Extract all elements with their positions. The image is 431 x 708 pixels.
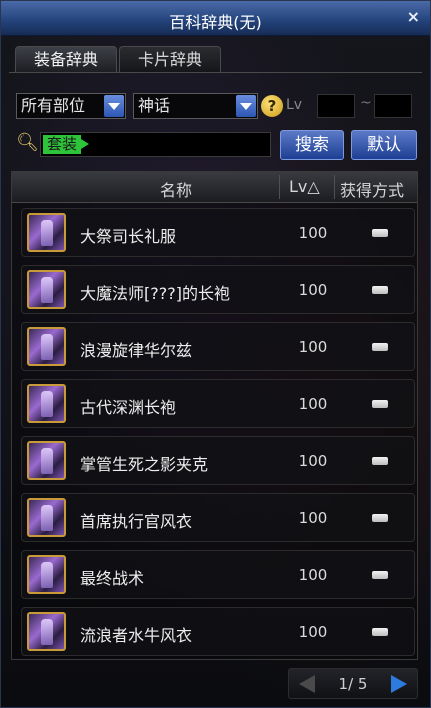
item-name: 大祭司长礼服 <box>80 227 177 246</box>
tab-card-dictionary[interactable]: 卡片辞典 <box>119 46 221 72</box>
chevron-down-icon[interactable] <box>104 95 124 117</box>
next-page-icon[interactable] <box>391 675 407 693</box>
item-level: 100 <box>298 452 328 470</box>
robe-icon <box>27 441 66 480</box>
list-item[interactable]: 首席执行官风衣 100 <box>21 493 415 542</box>
item-level: 100 <box>298 509 328 527</box>
robe-icon <box>27 612 66 651</box>
robe-icon <box>27 555 66 594</box>
default-button[interactable]: 默认 <box>351 130 417 160</box>
item-name: 古代深渊长袍 <box>80 398 177 417</box>
close-icon[interactable]: × <box>407 7 420 26</box>
list-item[interactable]: 最终战术 100 <box>21 550 415 599</box>
item-level: 100 <box>298 338 328 356</box>
item-name: 首席执行官风衣 <box>80 512 193 531</box>
minus-icon <box>372 343 388 351</box>
list-item[interactable]: 大祭司长礼服 100 <box>21 208 415 257</box>
help-icon[interactable]: ? <box>261 95 283 117</box>
robe-icon <box>27 384 66 423</box>
lv-min-input[interactable] <box>317 94 355 118</box>
search-icon: 🔍︎ <box>16 132 39 153</box>
minus-icon <box>372 229 388 237</box>
title-bar[interactable]: 百科辞典(无) × <box>1 1 430 36</box>
minus-icon <box>372 400 388 408</box>
list-item[interactable]: 浪漫旋律华尔兹 100 <box>21 322 415 371</box>
rarity-select-value: 神话 <box>138 96 171 115</box>
lv-separator: ~ <box>360 95 372 111</box>
minus-icon <box>372 514 388 522</box>
pagination: 1/ 5 <box>288 668 418 699</box>
list-item[interactable]: 掌管生死之影夹克 100 <box>21 436 415 485</box>
part-select[interactable]: 所有部位 <box>16 93 126 119</box>
item-level: 100 <box>298 395 328 413</box>
item-name: 大魔法师[???]的长袍 <box>80 284 230 303</box>
header-source[interactable]: 获得方式 <box>340 177 404 201</box>
item-level: 100 <box>298 281 328 299</box>
list-item[interactable]: 古代深渊长袍 100 <box>21 379 415 428</box>
item-list: 名称 Lv△ 获得方式 大祭司长礼服 100 大魔法师[???]的长袍 100 … <box>11 171 418 660</box>
minus-icon <box>372 457 388 465</box>
item-level: 100 <box>298 224 328 242</box>
minus-icon <box>372 628 388 636</box>
item-name: 流浪者水牛风衣 <box>80 626 193 645</box>
minus-icon <box>372 571 388 579</box>
item-level: 100 <box>298 566 328 584</box>
search-button[interactable]: 搜索 <box>280 130 344 160</box>
search-input[interactable]: 套装 <box>40 132 271 157</box>
tab-equipment-dictionary[interactable]: 装备辞典 <box>15 46 117 72</box>
item-name: 最终战术 <box>80 569 145 588</box>
window-title: 百科辞典(无) <box>169 13 262 32</box>
item-name: 浪漫旋律华尔兹 <box>80 341 193 360</box>
search-input-value: 套装 <box>43 135 90 154</box>
tab-divider <box>9 72 422 73</box>
minus-icon <box>372 286 388 294</box>
list-header: 名称 Lv△ 获得方式 <box>12 172 417 203</box>
rarity-select[interactable]: 神话 <box>133 93 258 119</box>
dictionary-window: 百科辞典(无) × 装备辞典 卡片辞典 所有部位 神话 ? Lv ~ 🔍︎ 套装… <box>0 0 431 708</box>
lv-max-input[interactable] <box>374 94 412 118</box>
robe-icon <box>27 327 66 366</box>
robe-icon <box>27 498 66 537</box>
robe-icon <box>27 213 66 252</box>
header-divider <box>279 175 280 199</box>
item-name: 掌管生死之影夹克 <box>80 455 209 474</box>
part-select-value: 所有部位 <box>21 96 86 115</box>
list-item[interactable]: 大魔法师[???]的长袍 100 <box>21 265 415 314</box>
lv-label: Lv <box>286 97 303 113</box>
list-item[interactable]: 流浪者水牛风衣 100 <box>21 607 415 656</box>
robe-icon <box>27 270 66 309</box>
header-divider <box>334 175 335 199</box>
header-name[interactable]: 名称 <box>160 177 192 201</box>
chevron-down-icon[interactable] <box>236 95 256 117</box>
item-level: 100 <box>298 623 328 641</box>
header-lv-sort[interactable]: Lv△ <box>289 177 320 196</box>
